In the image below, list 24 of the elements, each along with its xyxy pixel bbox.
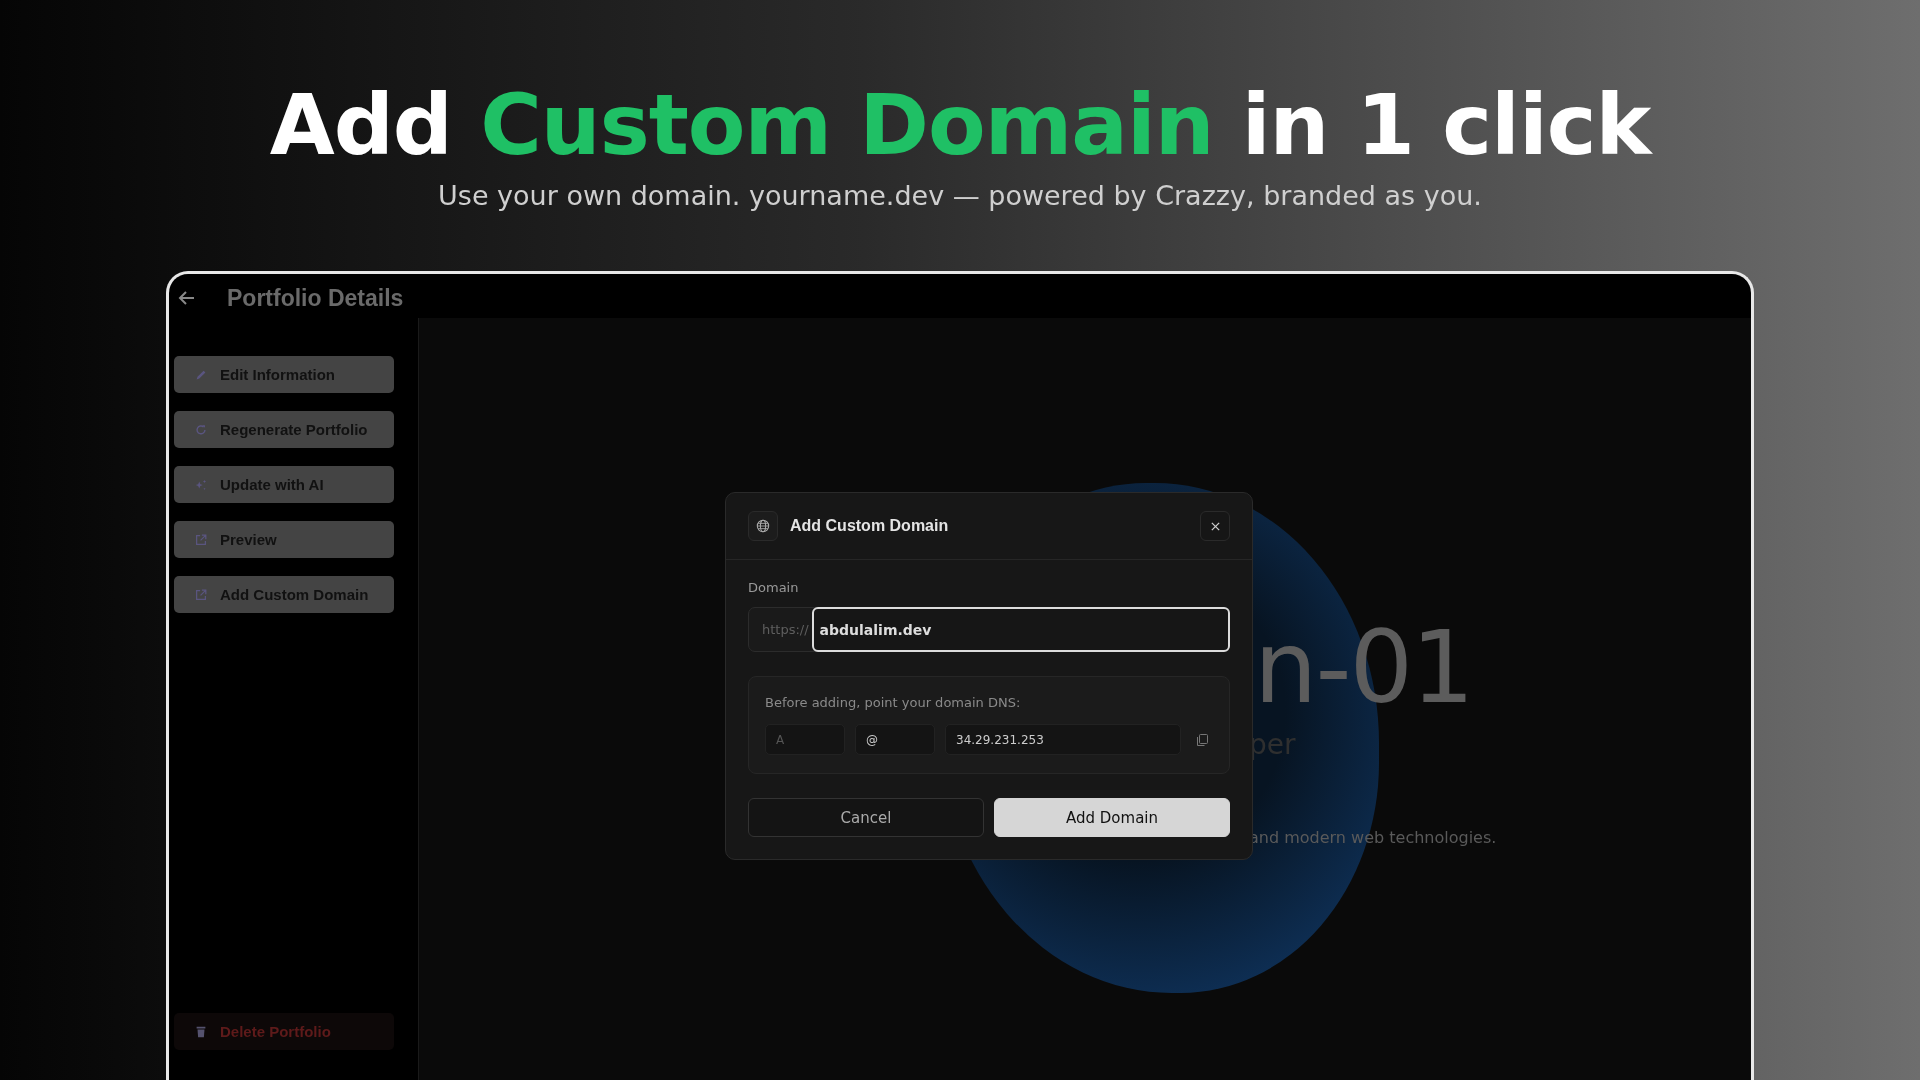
preview-heading: n-01: [1254, 608, 1473, 729]
record-value-field: 34.29.231.253: [945, 724, 1181, 756]
domain-input-field[interactable]: abdulalim.dev: [811, 607, 1230, 653]
close-button[interactable]: [1200, 511, 1230, 542]
record-type-field: A: [765, 724, 845, 756]
headline: Add Custom Domain in 1 click: [269, 75, 1651, 176]
trash-icon: [194, 1024, 208, 1039]
page-title: Portfolio Details: [227, 284, 404, 312]
subtitle: Use your own domain. yourname.dev — powered by Crazzy, branded as you.: [438, 180, 1482, 211]
external-link-icon: [194, 587, 208, 602]
copy-icon[interactable]: [1195, 732, 1209, 747]
domain-label: Domain: [748, 580, 800, 596]
dialog-title: Add Custom Domain: [790, 517, 950, 536]
refresh-icon: [194, 422, 208, 437]
dns-hint: Before adding, point your domain DNS:: [765, 695, 1022, 711]
globe-icon: [756, 519, 770, 534]
cancel-button[interactable]: Cancel: [748, 798, 984, 838]
sparkles-icon: [194, 477, 208, 492]
external-link-icon: [194, 532, 208, 547]
url-prefix: https://: [761, 621, 810, 640]
record-name-field: @: [855, 724, 935, 756]
add-domain-button[interactable]: Add Domain: [994, 798, 1230, 838]
close-icon: [1209, 520, 1221, 532]
delete-button[interactable]: Delete Portfolio: [174, 1013, 394, 1050]
